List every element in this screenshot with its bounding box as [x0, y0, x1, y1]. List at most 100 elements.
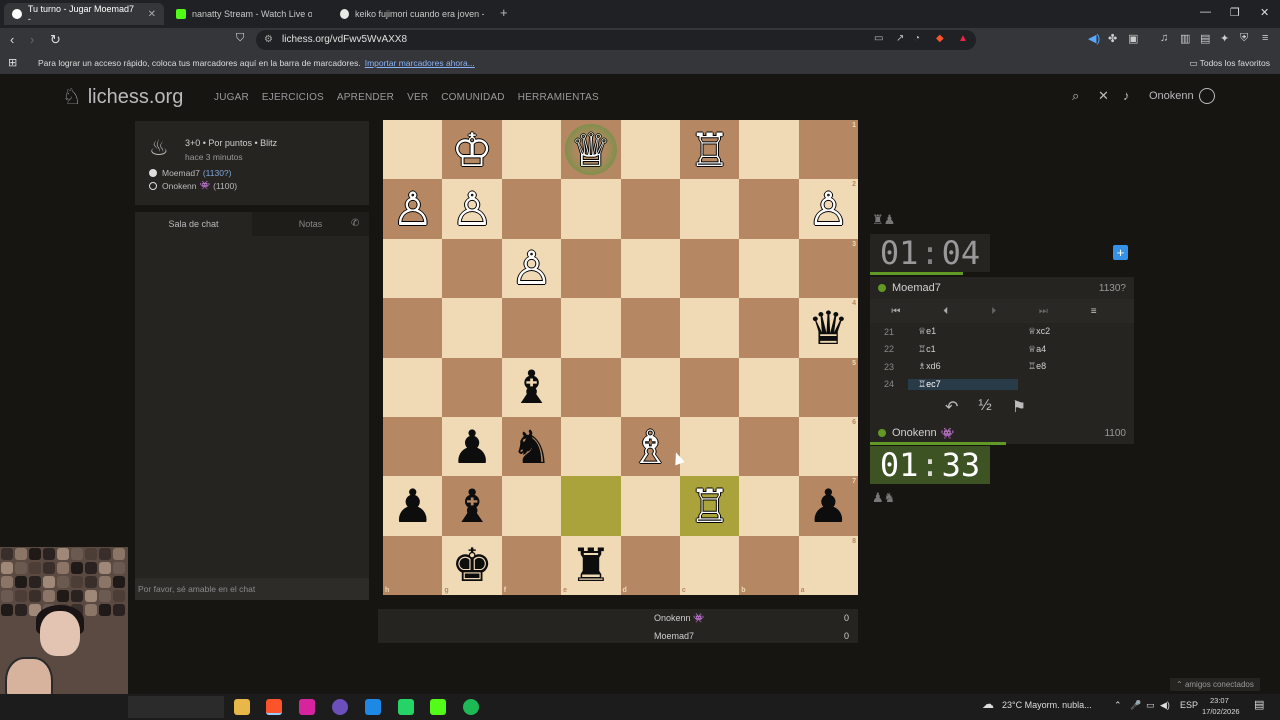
challenge-icon[interactable]: ✕: [1098, 88, 1109, 104]
spotify-icon[interactable]: [463, 699, 479, 715]
black-piece[interactable]: ♟: [451, 424, 492, 470]
board-square[interactable]: [383, 298, 443, 358]
nav-learn[interactable]: APRENDER: [337, 92, 394, 103]
whatsapp-icon[interactable]: [398, 699, 414, 715]
menu-icon[interactable]: ≡: [1262, 32, 1268, 44]
sidebar-icon[interactable]: ▥: [1180, 32, 1190, 45]
friends-online[interactable]: ⌃ amigos conectados: [1170, 678, 1260, 691]
voice-chat-icon[interactable]: ✆: [351, 218, 359, 229]
white-piece[interactable]: ♖: [689, 127, 730, 173]
back-icon[interactable]: ‹: [10, 32, 14, 47]
share-icon[interactable]: ↗: [896, 33, 904, 44]
board-square[interactable]: [739, 179, 799, 239]
music-icon[interactable]: ♫: [1160, 32, 1168, 44]
board-square[interactable]: [739, 298, 799, 358]
kick-icon[interactable]: [430, 699, 446, 715]
close-tab-icon[interactable]: ✕: [148, 9, 156, 20]
chat-input[interactable]: Por favor, sé amable en el chat: [135, 578, 369, 600]
audio-playing-icon[interactable]: ◀): [1088, 32, 1100, 45]
wallet-icon[interactable]: ▣: [1128, 32, 1138, 45]
white-move-selected[interactable]: ♖ec7: [908, 378, 1018, 390]
black-piece[interactable]: ♟: [808, 483, 849, 529]
prev-move-icon[interactable]: ⏴: [943, 306, 948, 317]
import-bookmarks-link[interactable]: Importar marcadores ahora...: [365, 58, 475, 68]
white-piece[interactable]: ♙: [392, 186, 433, 232]
board-square[interactable]: ♖: [679, 476, 740, 536]
board-square[interactable]: f: [501, 535, 562, 595]
wallet2-icon[interactable]: ▤: [1200, 32, 1210, 45]
restore-icon[interactable]: ❐: [1230, 6, 1240, 19]
board-square[interactable]: [620, 298, 680, 358]
board-square[interactable]: [383, 416, 443, 477]
board-square[interactable]: [739, 357, 799, 417]
resign-flag-icon[interactable]: ⚑: [1012, 397, 1026, 417]
board-square[interactable]: [561, 179, 621, 239]
board-square[interactable]: ♜ e: [561, 535, 621, 595]
browser-tab-kick[interactable]: nanatty Stream - Watch Live on K: [168, 3, 328, 25]
first-move-icon[interactable]: ⏮: [891, 306, 900, 317]
tab-chat[interactable]: Sala de chat: [135, 212, 252, 236]
board-square[interactable]: [739, 476, 799, 536]
offer-draw-icon[interactable]: ½: [978, 397, 991, 417]
username[interactable]: Onokenn: [1149, 90, 1194, 102]
nav-community[interactable]: COMUNIDAD: [441, 92, 504, 103]
white-move[interactable]: ♗xd6: [908, 361, 1018, 372]
black-piece[interactable]: ♚: [451, 542, 492, 588]
board-square[interactable]: [620, 179, 680, 239]
board-square[interactable]: ♟: [383, 476, 443, 536]
notifications-icon[interactable]: ▤: [1254, 698, 1264, 711]
volume-icon[interactable]: ◀): [1160, 700, 1170, 711]
clock-date[interactable]: 17/02/2026: [1202, 707, 1240, 716]
board-square[interactable]: b: [739, 535, 799, 595]
instagram-icon[interactable]: [299, 699, 315, 715]
new-tab-button[interactable]: +: [500, 5, 508, 20]
nav-tools[interactable]: HERRAMIENTAS: [518, 92, 599, 103]
board-square[interactable]: c: [679, 535, 740, 595]
black-move[interactable]: ♕xc2: [1018, 326, 1128, 337]
tray-chevron-icon[interactable]: ⌃: [1114, 700, 1122, 711]
board-square[interactable]: [679, 298, 740, 358]
board-square[interactable]: ♚ g: [442, 535, 502, 595]
brave-shield-icon[interactable]: ◆: [936, 33, 944, 44]
board-square[interactable]: [383, 357, 443, 417]
bookmark-icon[interactable]: ⛉: [236, 32, 244, 45]
white-piece[interactable]: ♔: [451, 127, 492, 173]
brave-rewards-icon[interactable]: ▲: [958, 33, 968, 44]
board-square[interactable]: ♝: [501, 357, 562, 417]
rss-icon[interactable]: ◔: [914, 33, 920, 44]
board-square[interactable]: [679, 238, 740, 299]
board-square[interactable]: [561, 238, 621, 299]
board-square[interactable]: [442, 238, 502, 299]
apps-grid-icon[interactable]: ⊞: [8, 56, 17, 69]
next-move-icon[interactable]: ⏵: [991, 306, 996, 317]
browser-tab-lichess[interactable]: Tu turno - Jugar Moemad7 - ✕: [4, 3, 164, 25]
black-player-line[interactable]: Onokenn 👾 (1100): [149, 180, 237, 191]
reload-icon[interactable]: ↻: [50, 32, 61, 48]
opponent-player[interactable]: Moemad7 1130?: [870, 277, 1134, 299]
weather-icon[interactable]: ☁: [982, 697, 994, 711]
user-avatar-icon[interactable]: [1199, 88, 1215, 104]
board-square[interactable]: [442, 357, 502, 417]
black-move[interactable]: ♕a4: [1018, 344, 1128, 355]
board-square[interactable]: [501, 120, 562, 180]
board-square[interactable]: [561, 357, 621, 417]
black-piece[interactable]: ♞: [511, 424, 552, 470]
board-square[interactable]: [501, 476, 562, 536]
board-square[interactable]: [679, 357, 740, 417]
board-square[interactable]: 8a: [798, 535, 858, 595]
nav-puzzles[interactable]: EJERCICIOS: [262, 92, 324, 103]
board-square[interactable]: 5: [798, 357, 858, 417]
language[interactable]: ESP: [1180, 700, 1198, 710]
board-square[interactable]: [561, 298, 621, 358]
add-time-button[interactable]: +: [1113, 245, 1128, 260]
board-square[interactable]: [620, 357, 680, 417]
board-square[interactable]: ♛ 4: [798, 298, 858, 358]
last-move-icon[interactable]: ⏭: [1039, 306, 1048, 317]
white-piece[interactable]: ♙: [451, 186, 492, 232]
board-square[interactable]: ♕: [561, 120, 621, 180]
board-square[interactable]: [383, 120, 443, 180]
board-square[interactable]: [739, 238, 799, 299]
notification-bell-icon[interactable]: ♪: [1123, 88, 1130, 103]
board-square[interactable]: d: [620, 535, 680, 595]
takeback-icon[interactable]: ↶: [945, 397, 958, 417]
